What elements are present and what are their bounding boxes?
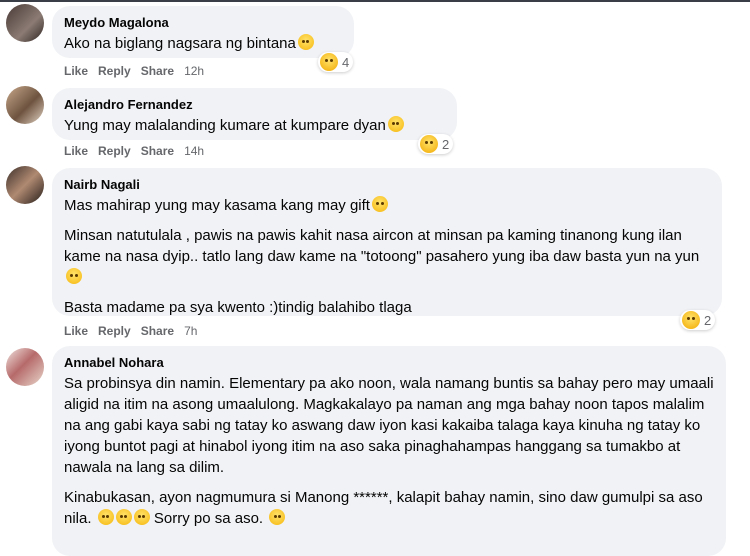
comment-paragraph: Kinabukasan, ayon nagmumura si Manong **… bbox=[64, 487, 714, 529]
wow-reaction-icon bbox=[682, 311, 700, 329]
commenter-name[interactable]: Meydo Magalona bbox=[64, 14, 342, 31]
scream-emoji-icon bbox=[97, 509, 114, 525]
comment-line: Ako na biglang nagsara ng bintana bbox=[64, 35, 296, 52]
comment-actions: Like Reply Share 14h bbox=[64, 144, 214, 158]
haha-reaction-icon bbox=[320, 53, 338, 71]
share-button[interactable]: Share bbox=[141, 144, 174, 158]
grimace-emoji-icon bbox=[133, 509, 150, 525]
comment-bubble: Meydo Magalona Ako na biglang nagsara ng… bbox=[52, 6, 354, 58]
comment-bubble: Alejandro Fernandez Yung may malalanding… bbox=[52, 88, 457, 140]
paragraph-text: Minsan natutulala , pawis na pawis kahit… bbox=[64, 227, 700, 265]
like-button[interactable]: Like bbox=[64, 324, 88, 338]
reply-button[interactable]: Reply bbox=[98, 144, 131, 158]
reaction-count: 2 bbox=[704, 312, 712, 328]
rofl-emoji-icon bbox=[387, 116, 404, 132]
share-button[interactable]: Share bbox=[141, 324, 174, 338]
reaction-summary[interactable]: 4 bbox=[318, 52, 354, 72]
avatar[interactable] bbox=[6, 4, 44, 42]
timestamp[interactable]: 12h bbox=[184, 64, 204, 78]
like-button[interactable]: Like bbox=[64, 64, 88, 78]
reaction-count: 4 bbox=[342, 54, 350, 70]
comment-paragraph: Sa probinsya din namin. Elementary pa ak… bbox=[64, 375, 714, 476]
avatar[interactable] bbox=[6, 86, 44, 124]
comment-paragraph: Minsan natutulala , pawis na pawis kahit… bbox=[64, 225, 710, 288]
paragraph-text: Mas mahirap yung may kasama kang may gif… bbox=[64, 197, 370, 214]
comment-text: Yung may malalanding kumare at kumpare d… bbox=[64, 115, 445, 136]
comment-text: Sa probinsya din namin. Elementary pa ak… bbox=[64, 373, 714, 529]
like-button[interactable]: Like bbox=[64, 144, 88, 158]
avatar[interactable] bbox=[6, 166, 44, 204]
smiling-emoji-icon bbox=[66, 268, 82, 284]
comment-text: Ako na biglang nagsara ng bintana bbox=[64, 33, 342, 54]
avatar[interactable] bbox=[6, 348, 44, 386]
comment-bubble: Nairb Nagali Mas mahirap yung may kasama… bbox=[52, 168, 722, 316]
reaction-count: 2 bbox=[442, 136, 450, 152]
comment-paragraph: Mas mahirap yung may kasama kang may gif… bbox=[64, 195, 710, 216]
comment-bubble: Annabel Nohara Sa probinsya din namin. E… bbox=[52, 346, 726, 556]
paragraph-text: Sorry po sa aso. bbox=[153, 510, 264, 527]
comment-actions: Like Reply Share 12h bbox=[64, 64, 214, 78]
reaction-summary[interactable]: 2 bbox=[680, 310, 716, 330]
grimace-emoji-icon bbox=[269, 509, 286, 525]
comment-line: Yung may malalanding kumare at kumpare d… bbox=[64, 117, 386, 134]
commenter-name[interactable]: Alejandro Fernandez bbox=[64, 96, 445, 113]
neutral-emoji-icon bbox=[115, 509, 132, 525]
comment-paragraph: Basta madame pa sya kwento :)tindig bala… bbox=[64, 299, 412, 316]
commenter-name[interactable]: Annabel Nohara bbox=[64, 354, 714, 371]
top-border bbox=[0, 0, 750, 2]
reply-button[interactable]: Reply bbox=[98, 64, 131, 78]
smiling-emoji-icon bbox=[371, 196, 388, 212]
comment-actions: Like Reply Share 7h bbox=[64, 324, 207, 338]
timestamp[interactable]: 14h bbox=[184, 144, 204, 158]
commenter-name[interactable]: Nairb Nagali bbox=[64, 176, 710, 193]
reaction-summary[interactable]: 2 bbox=[418, 134, 454, 154]
comment-text: Mas mahirap yung may kasama kang may gif… bbox=[64, 195, 710, 318]
reply-button[interactable]: Reply bbox=[98, 324, 131, 338]
haha-reaction-icon bbox=[420, 135, 438, 153]
laughing-emoji-icon bbox=[297, 34, 314, 50]
timestamp[interactable]: 7h bbox=[184, 324, 197, 338]
share-button[interactable]: Share bbox=[141, 64, 174, 78]
